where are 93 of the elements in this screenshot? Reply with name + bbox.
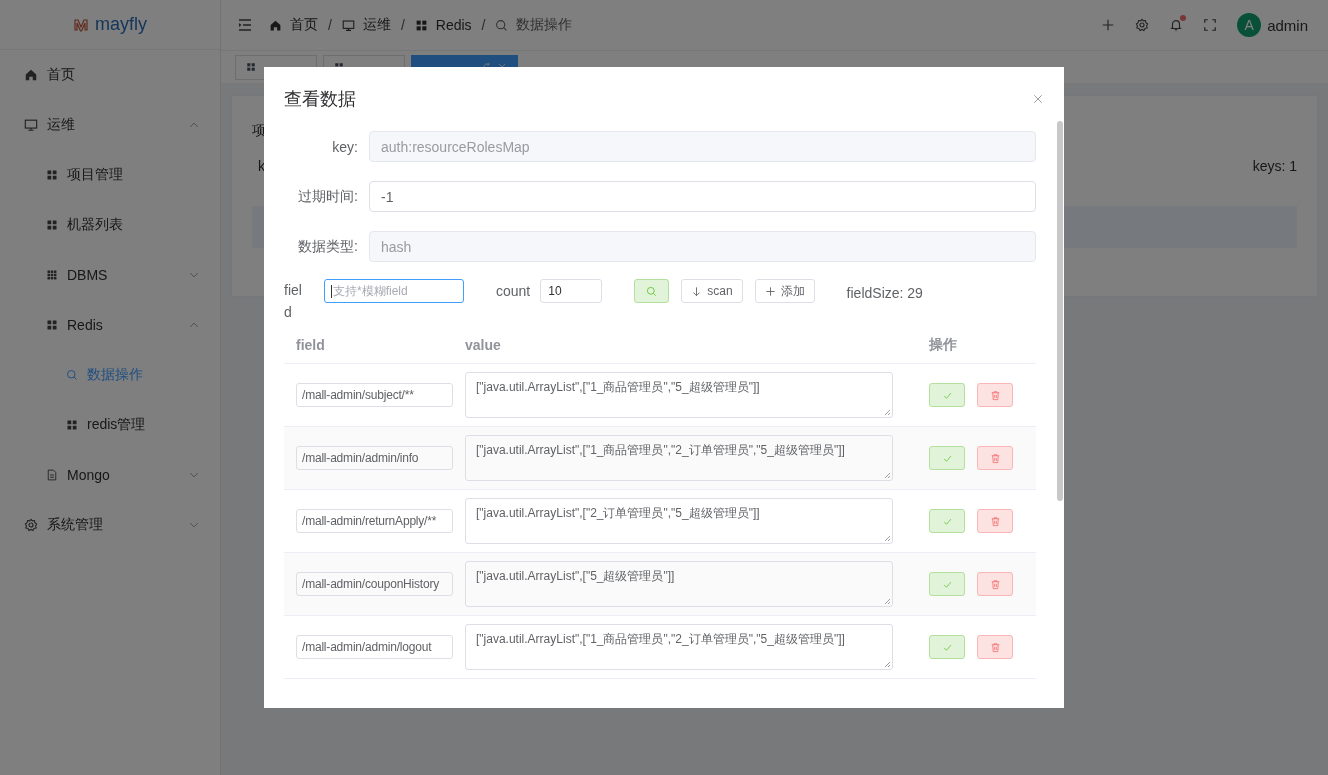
trash-icon: [989, 452, 1001, 464]
form-label: key:: [331, 138, 359, 155]
delete-button[interactable]: [977, 383, 1013, 407]
breadcrumb-link[interactable]: 数据操作: [495, 16, 573, 34]
delete-button[interactable]: [977, 509, 1013, 533]
home-icon: [24, 68, 38, 82]
grid-icon: [414, 18, 428, 32]
form-label: k: [258, 158, 265, 174]
input-field[interactable]: /mall-admin/admin/info: [296, 446, 453, 470]
text-area[interactable]: ["java.util.ArrayList",["5_超级管理员"]]: [465, 561, 893, 607]
sidebar-item[interactable]: redis管理: [0, 400, 220, 450]
text-area[interactable]: ["java.util.ArrayList",["1_商品管理员","2_订单管理员","5_超级管理员"]]: [465, 435, 893, 481]
input-field[interactable]: /mall-admin/subject/**: [296, 383, 453, 407]
resize-handle-icon[interactable]: [883, 534, 891, 542]
column-header: value: [465, 337, 501, 353]
dialog-title: 查看数据: [284, 88, 356, 111]
home-icon: [269, 18, 282, 32]
delete-button[interactable]: [977, 572, 1013, 596]
key-count: keys: 1: [1252, 158, 1297, 174]
user-name[interactable]: admin: [1267, 16, 1308, 34]
text-area[interactable]: ["java.util.ArrayList",["1_商品管理员","5_超级管理员"]]: [465, 372, 893, 418]
save-button[interactable]: [929, 383, 965, 407]
settings-icon: [24, 518, 38, 532]
save-button[interactable]: [929, 635, 965, 659]
column-header: field: [296, 337, 325, 353]
plus-icon: [764, 285, 776, 297]
search-icon: [646, 285, 658, 297]
input-field[interactable]: 10: [540, 279, 603, 303]
resize-handle-icon[interactable]: [883, 597, 891, 605]
monitor-icon: [341, 18, 355, 32]
text-area[interactable]: ["java.util.ArrayList",["1_商品管理员","2_订单管理员","5_超级管理员"]]: [465, 624, 893, 670]
sidebar-item[interactable]: Redis: [0, 300, 220, 350]
trash-icon: [989, 389, 1001, 401]
settings-icon[interactable]: [1135, 18, 1150, 32]
breadcrumb-link[interactable]: 首页: [269, 16, 318, 34]
text-area[interactable]: ["java.util.ArrayList",["2_订单管理员","5_超级管理员"]]: [465, 498, 893, 544]
monitor-icon: [24, 118, 38, 132]
sidebar-item[interactable]: 机器列表: [0, 200, 220, 250]
sidebar-item[interactable]: Mongo: [0, 450, 220, 500]
menu-icon[interactable]: [237, 17, 253, 33]
sidebar-item[interactable]: 系统管理: [0, 500, 220, 550]
grid-icon: [46, 169, 58, 181]
form-label: 项: [252, 122, 266, 140]
delete-button[interactable]: [977, 635, 1013, 659]
search-button[interactable]: [634, 279, 670, 303]
down-arrow-icon: [691, 285, 703, 297]
trash-icon: [989, 578, 1001, 590]
input-field[interactable]: /mall-admin/admin/logout: [296, 635, 453, 659]
scrollbar[interactable]: [1057, 121, 1063, 501]
input-field[interactable]: /mall-admin/couponHistory: [296, 572, 453, 596]
form-label: count: [496, 282, 531, 301]
resize-handle-icon[interactable]: [883, 471, 891, 479]
sidebar-item[interactable]: 项目管理: [0, 150, 220, 200]
sidebar-item[interactable]: 首页: [0, 50, 220, 100]
add-button[interactable]: 添加: [754, 279, 815, 303]
form-label: 过期时间:: [297, 187, 359, 206]
app-logo: mayfly: [95, 14, 147, 35]
user-avatar[interactable]: A: [1237, 13, 1262, 37]
grid-icon: [46, 319, 58, 331]
resize-handle-icon[interactable]: [883, 660, 891, 668]
column-header: 操作: [929, 336, 957, 354]
grid-icon: [46, 219, 58, 231]
scan-button[interactable]: scan: [681, 279, 743, 303]
input-field[interactable]: -1: [369, 181, 1036, 212]
plus-icon[interactable]: [1101, 18, 1116, 32]
trash-icon: [989, 515, 1001, 527]
grid-icon: [46, 269, 58, 281]
delete-button[interactable]: [977, 446, 1013, 470]
search-field[interactable]: 支持*模糊field: [324, 279, 464, 303]
breadcrumb-separator: /: [481, 17, 486, 33]
grid-icon: [246, 61, 256, 72]
breadcrumb-separator: /: [328, 17, 332, 33]
input-field[interactable]: /mall-admin/returnApply/**: [296, 509, 453, 533]
bell-icon[interactable]: [1169, 18, 1184, 32]
fullscreen-icon[interactable]: [1203, 18, 1218, 32]
logo-icon: [73, 16, 89, 33]
save-button[interactable]: [929, 509, 965, 533]
save-button[interactable]: [929, 572, 965, 596]
grid-icon: [66, 419, 78, 431]
trash-icon: [989, 641, 1001, 653]
save-button[interactable]: [929, 446, 965, 470]
form-label: 数据类型:: [297, 237, 359, 256]
search-icon: [495, 18, 509, 32]
search-icon: [66, 369, 78, 381]
field-size: fieldSize: 29: [846, 284, 923, 303]
sidebar-item[interactable]: DBMS: [0, 250, 220, 300]
sidebar-item[interactable]: 运维: [0, 100, 220, 150]
form-label: field: [284, 281, 303, 322]
breadcrumb-link[interactable]: Redis: [414, 17, 472, 33]
resize-handle-icon[interactable]: [883, 408, 891, 416]
breadcrumb-link[interactable]: 运维: [341, 16, 391, 34]
breadcrumb-separator: /: [400, 17, 405, 33]
document-icon: [46, 469, 58, 481]
